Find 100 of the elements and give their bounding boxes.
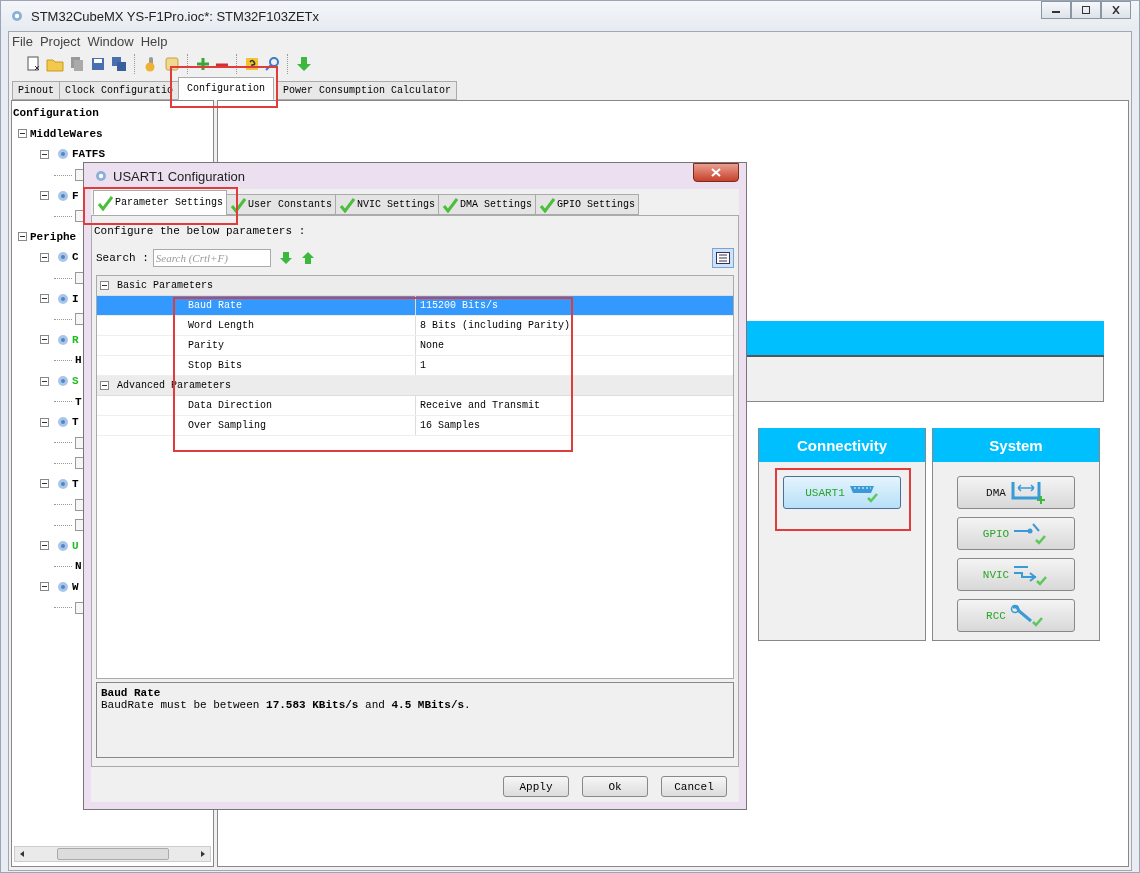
tab[interactable]: DMA Settings bbox=[438, 194, 537, 215]
gear-icon bbox=[57, 375, 69, 387]
parameter-value: 16 Samples bbox=[415, 416, 480, 435]
close-icon bbox=[1111, 6, 1121, 14]
close-icon bbox=[711, 168, 721, 177]
collapse-icon[interactable] bbox=[40, 376, 49, 386]
maximize-button[interactable] bbox=[1071, 1, 1101, 19]
tree-item[interactable]: T bbox=[75, 395, 82, 408]
search-icon[interactable] bbox=[264, 56, 280, 72]
gear-icon bbox=[57, 580, 69, 593]
collapse-icon[interactable] bbox=[40, 294, 49, 304]
dialog-button[interactable]: Apply bbox=[503, 776, 569, 797]
dialog-button[interactable]: Cancel bbox=[661, 776, 727, 797]
parameter-name: Parity bbox=[187, 340, 225, 351]
collapse-icon[interactable] bbox=[40, 252, 49, 262]
check-icon bbox=[230, 196, 247, 213]
close-button[interactable] bbox=[693, 163, 739, 182]
close-button[interactable] bbox=[1101, 1, 1131, 19]
collapse-icon[interactable] bbox=[100, 281, 109, 290]
tree-item[interactable]: T bbox=[72, 478, 79, 490]
window-title: STM32CubeMX YS-F1Pro.ioc*: STM32F103ZETx bbox=[31, 8, 320, 24]
tree-root[interactable]: Configuration bbox=[12, 107, 99, 120]
check-icon bbox=[442, 196, 459, 213]
save-all-icon[interactable] bbox=[111, 56, 127, 72]
gear-icon bbox=[57, 478, 69, 490]
parameter-name: Stop Bits bbox=[187, 360, 243, 371]
collapse-icon[interactable] bbox=[40, 191, 49, 201]
tree-item[interactable]: W bbox=[72, 580, 79, 593]
tree-item[interactable]: FATFS bbox=[72, 148, 105, 161]
collapse-icon[interactable] bbox=[18, 129, 27, 139]
scrollbar[interactable] bbox=[14, 846, 211, 862]
parameter-value: None bbox=[415, 336, 444, 355]
collapse-icon[interactable] bbox=[18, 232, 27, 242]
wrench-icon bbox=[1009, 603, 1046, 628]
parameter-row[interactable]: Over Sampling 16 Samples bbox=[97, 416, 733, 436]
tab[interactable]: Power Consumption Calculator bbox=[277, 81, 458, 100]
check-icon bbox=[539, 196, 556, 213]
tab[interactable]: Parameter Settings bbox=[93, 190, 228, 215]
category-title: Connectivity bbox=[759, 428, 925, 462]
tab[interactable]: User Constants bbox=[226, 194, 337, 215]
tree-item[interactable]: F bbox=[72, 189, 79, 202]
tree-item[interactable]: C bbox=[72, 251, 79, 264]
description-text: BaudRate must be between 17.583 KBits/s and 4.5 MBits/s. bbox=[101, 699, 472, 711]
tab[interactable]: NVIC Settings bbox=[335, 194, 440, 215]
check-icon bbox=[339, 196, 356, 213]
save-icon[interactable] bbox=[90, 56, 106, 72]
menu-item[interactable]: File bbox=[12, 33, 33, 49]
parameter-value: Receive and Transmit bbox=[415, 396, 541, 415]
tree-item[interactable]: MiddleWares bbox=[30, 127, 103, 140]
parameter-name: Baud Rate bbox=[187, 300, 243, 311]
collapse-icon[interactable] bbox=[100, 381, 109, 390]
collapse-icon[interactable] bbox=[40, 150, 49, 159]
arrow-right-icon[interactable] bbox=[199, 850, 207, 858]
category-title: System bbox=[933, 428, 1099, 462]
dma-icon bbox=[1009, 479, 1046, 506]
check-icon bbox=[97, 194, 113, 211]
parameter-value: 1 bbox=[415, 356, 426, 375]
cube-icon bbox=[11, 10, 23, 22]
tree-item[interactable]: I bbox=[72, 292, 79, 305]
gear-icon bbox=[57, 292, 69, 305]
new-file-icon[interactable] bbox=[25, 56, 41, 72]
menu-item[interactable]: Help bbox=[140, 33, 168, 49]
instruction-text: Configure the below parameters : bbox=[94, 225, 307, 239]
group-label: Basic Parameters bbox=[117, 280, 213, 291]
tree-item[interactable]: T bbox=[72, 416, 79, 429]
collapse-icon[interactable] bbox=[40, 417, 49, 427]
parameter-name: Over Sampling bbox=[187, 420, 267, 431]
gear-icon bbox=[57, 189, 69, 202]
tree-item[interactable]: Periphe bbox=[30, 230, 77, 243]
collapse-icon[interactable] bbox=[40, 541, 49, 551]
parameter-row[interactable]: Parity None bbox=[97, 336, 733, 356]
collapse-icon[interactable] bbox=[40, 479, 49, 489]
gear-icon bbox=[57, 251, 69, 264]
parameter-row[interactable]: Data Direction Receive and Transmit bbox=[97, 396, 733, 416]
dialog-button[interactable]: Ok bbox=[582, 776, 648, 797]
arrow-left-icon[interactable] bbox=[18, 850, 26, 858]
description-title: Baud Rate bbox=[101, 687, 162, 699]
gear-icon bbox=[57, 539, 69, 552]
parameter-name: Data Direction bbox=[187, 400, 273, 411]
tab[interactable]: Pinout bbox=[12, 81, 60, 100]
plus-icon[interactable] bbox=[196, 57, 210, 71]
gear-icon bbox=[57, 148, 69, 161]
parameter-value: 115200 Bits/s bbox=[415, 296, 498, 315]
peripheral-button[interactable]: DMA bbox=[957, 476, 1075, 509]
tab[interactable]: GPIO Settings bbox=[535, 194, 640, 215]
list-view-button[interactable] bbox=[712, 248, 734, 268]
parameter-name: Word Length bbox=[187, 320, 255, 331]
parameter-row[interactable]: Word Length 8 Bits (including Parity) bbox=[97, 316, 733, 336]
collapse-icon[interactable] bbox=[40, 335, 49, 345]
menu-item[interactable]: Project bbox=[39, 33, 81, 49]
menu-item[interactable]: Window bbox=[87, 33, 134, 49]
tree-item[interactable]: N bbox=[75, 560, 82, 573]
gear-icon bbox=[57, 416, 69, 429]
search-label: Search : bbox=[96, 252, 149, 264]
maximize-icon bbox=[1081, 6, 1091, 14]
tree-item[interactable]: H bbox=[75, 354, 82, 367]
tab[interactable]: Configuration bbox=[178, 77, 275, 100]
search-field[interactable]: Search (Crtl+F) bbox=[152, 249, 271, 267]
collapse-icon[interactable] bbox=[40, 582, 49, 592]
minimize-button[interactable] bbox=[1041, 1, 1071, 19]
